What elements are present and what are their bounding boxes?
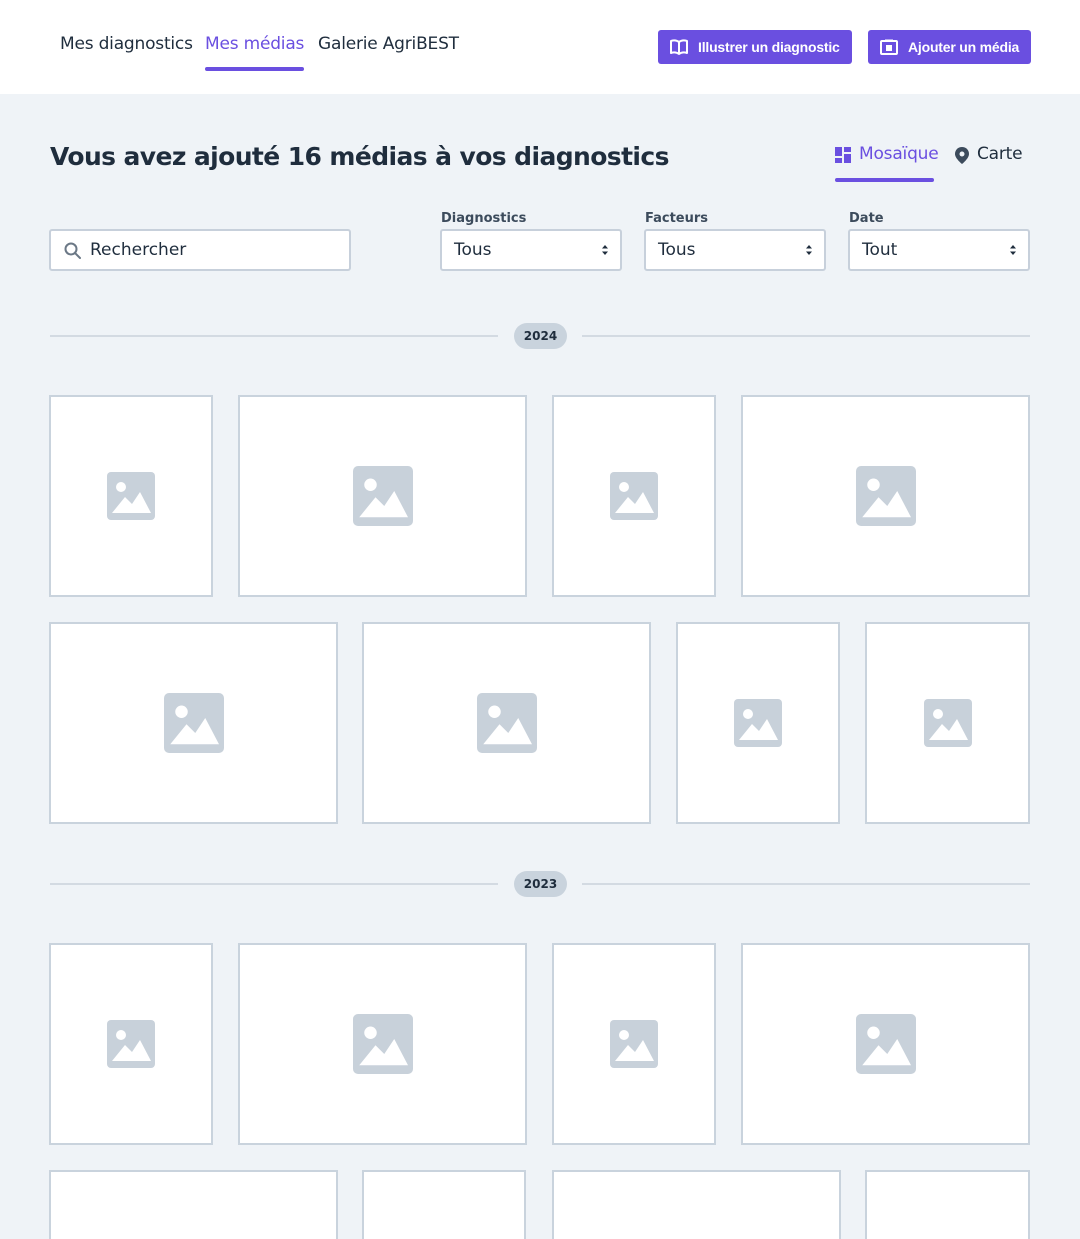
image-placeholder-icon <box>107 1020 155 1068</box>
photo-add-icon <box>880 39 898 55</box>
media-thumbnail[interactable] <box>741 395 1030 597</box>
media-thumbnail[interactable] <box>238 943 527 1145</box>
media-thumbnail[interactable] <box>49 943 213 1145</box>
year-divider-line <box>582 335 1030 337</box>
tab-mes-medias[interactable]: Mes médias <box>205 34 305 71</box>
media-thumbnail[interactable] <box>741 943 1030 1145</box>
year-divider-line <box>582 883 1030 885</box>
top-bar: Mes diagnostics Mes médias Galerie AgriB… <box>0 0 1080 94</box>
image-placeholder-icon <box>855 1014 916 1074</box>
image-placeholder-icon <box>163 693 224 753</box>
page-title: Vous avez ajouté 16 médias à vos diagnos… <box>50 142 669 171</box>
media-thumbnail[interactable] <box>362 1170 526 1239</box>
diagnostics-select-value: Tous <box>454 240 492 260</box>
add-media-label: Ajouter un média <box>908 39 1020 55</box>
date-select[interactable]: Tout <box>848 229 1030 271</box>
select-arrows-icon <box>602 245 608 255</box>
illustrate-diagnostic-button[interactable]: Illustrer un diagnostic <box>658 30 852 64</box>
factors-filter-label: Facteurs <box>645 211 709 226</box>
year-badge: 2024 <box>514 323 567 349</box>
image-placeholder-icon <box>610 472 658 520</box>
image-placeholder-icon <box>476 693 537 753</box>
image-placeholder-icon <box>855 466 916 526</box>
media-thumbnail[interactable] <box>552 395 716 597</box>
media-thumbnail[interactable] <box>865 1170 1030 1239</box>
media-thumbnail[interactable] <box>676 622 840 824</box>
media-thumbnail[interactable] <box>865 622 1030 824</box>
view-tab-mosaique-label: Mosaïque <box>859 144 939 164</box>
media-thumbnail[interactable] <box>49 395 213 597</box>
year-divider-line <box>50 335 498 337</box>
factors-select[interactable]: Tous <box>644 229 826 271</box>
grid-icon <box>835 147 851 163</box>
book-open-icon <box>670 39 688 55</box>
tab-galerie-agribest[interactable]: Galerie AgriBEST <box>318 34 459 71</box>
search-field[interactable] <box>49 229 351 271</box>
image-placeholder-icon <box>107 472 155 520</box>
media-thumbnail[interactable] <box>552 943 716 1145</box>
image-placeholder-icon <box>923 699 972 747</box>
map-pin-icon <box>955 147 969 164</box>
media-thumbnail[interactable] <box>362 622 651 824</box>
year-divider-line <box>50 883 498 885</box>
view-tab-mosaique[interactable]: Mosaïque <box>835 144 939 182</box>
factors-select-value: Tous <box>658 240 696 260</box>
date-select-value: Tout <box>862 240 898 260</box>
date-filter-label: Date <box>849 211 884 226</box>
diagnostics-select[interactable]: Tous <box>440 229 622 271</box>
search-input[interactable] <box>90 240 330 260</box>
media-thumbnail[interactable] <box>238 395 527 597</box>
image-placeholder-icon <box>734 699 782 747</box>
image-placeholder-icon <box>352 466 413 526</box>
select-arrows-icon <box>806 245 812 255</box>
media-thumbnail[interactable] <box>49 1170 338 1239</box>
image-placeholder-icon <box>610 1020 658 1068</box>
view-tab-carte-label: Carte <box>977 144 1023 164</box>
tab-mes-diagnostics[interactable]: Mes diagnostics <box>60 34 193 71</box>
year-badge: 2023 <box>514 871 567 897</box>
diagnostics-filter-label: Diagnostics <box>441 211 527 226</box>
illustrate-diagnostic-label: Illustrer un diagnostic <box>698 39 840 55</box>
media-thumbnail[interactable] <box>552 1170 841 1239</box>
view-tab-carte[interactable]: Carte <box>955 144 1025 182</box>
select-arrows-icon <box>1010 245 1016 255</box>
add-media-button[interactable]: Ajouter un média <box>868 30 1031 64</box>
media-thumbnail[interactable] <box>49 622 338 824</box>
search-icon <box>64 242 81 259</box>
image-placeholder-icon <box>352 1014 413 1074</box>
